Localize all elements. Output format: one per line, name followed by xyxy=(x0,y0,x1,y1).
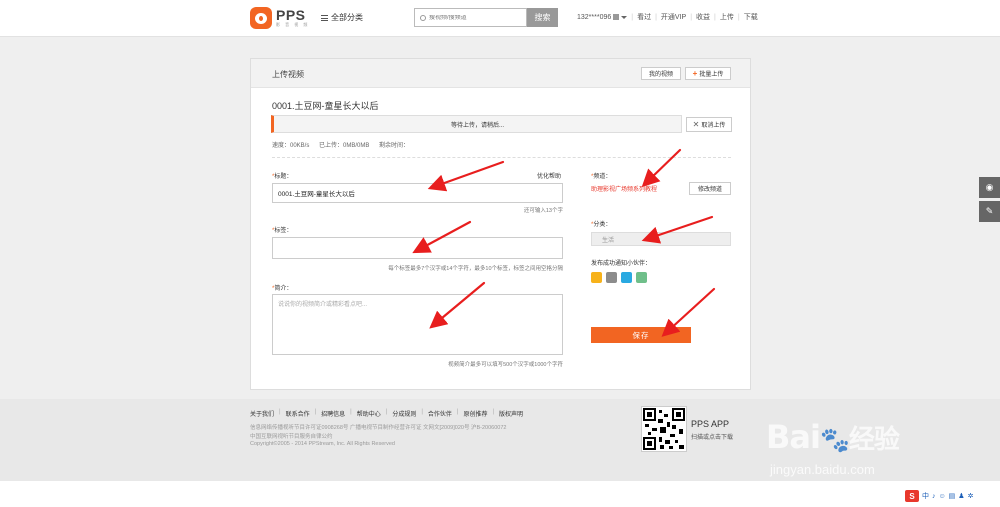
logo-sub: 影 音 视 频 xyxy=(276,22,310,27)
video-filename: 0001.土豆网-童星长大以后 xyxy=(272,101,379,111)
channel-label: *频道： xyxy=(591,174,612,180)
search-button[interactable]: 搜索 xyxy=(527,8,558,27)
search-input[interactable] xyxy=(429,14,524,21)
top-header: PPS 影 音 视 频 全部分类 搜索 132****096 | 看过 | 开通… xyxy=(0,0,1000,37)
nav-earnings[interactable]: 收益 xyxy=(696,12,710,22)
renren-icon[interactable] xyxy=(606,272,617,283)
pps-logo-icon xyxy=(250,7,272,29)
save-button[interactable]: 保存 xyxy=(591,327,691,343)
uploaded-size: 已上传：0MB/0MB xyxy=(319,143,370,149)
nav-upload[interactable]: 上传 xyxy=(720,12,734,22)
title-input[interactable]: 0001.土豆网-童星长大以后 xyxy=(272,183,563,203)
footer-link[interactable]: 招聘信息 xyxy=(321,409,345,418)
tags-input[interactable] xyxy=(272,237,563,259)
category-select[interactable]: 生活 xyxy=(591,232,731,246)
ime-settings-icon[interactable]: ✲ xyxy=(968,492,974,500)
ime-keyboard-icon[interactable]: ▤ xyxy=(949,492,956,500)
footer-link[interactable]: 版权声明 xyxy=(499,409,523,418)
app-title: PPS APP xyxy=(691,419,730,429)
panel-header: 上传视频 我的视频 + 批量上传 xyxy=(251,59,750,88)
ime-moon-icon[interactable]: ♪ xyxy=(932,493,936,500)
system-tray: S 中 ♪ ☺ ▤ ♟ ✲ xyxy=(905,490,976,502)
intro-label: *简介： xyxy=(272,286,293,292)
app-download-text[interactable]: 扫描或点击下载 xyxy=(691,432,733,441)
user-account[interactable]: 132****096 xyxy=(577,14,611,21)
change-channel-button[interactable]: 修改频道 xyxy=(689,182,731,195)
batch-upload-button[interactable]: + 批量上传 xyxy=(685,67,731,80)
batch-upload-label: 批量上传 xyxy=(699,72,724,78)
ime-chinese-icon[interactable]: 中 xyxy=(922,491,929,501)
footer-link[interactable]: 合作伙伴 xyxy=(428,409,452,418)
optimize-help-link[interactable]: 优化帮助 xyxy=(537,171,561,180)
upload-speed: 速度：00KB/s xyxy=(272,143,310,149)
title-hint: 还可输入13个字 xyxy=(523,208,563,214)
my-videos-button[interactable]: 我的视频 xyxy=(641,67,681,80)
intro-hint: 视频简介最多可以填写500个汉字或1000个字符 xyxy=(448,362,563,368)
footer-links: 关于我们 | 联系合作 | 招聘信息 | 帮助中心 | 分成规则 | 合作伙伴 | 原创推荐… xyxy=(250,409,524,418)
cancel-upload-label: 取消上传 xyxy=(701,123,726,129)
share-label: 发布成功通知小伙伴： xyxy=(591,261,652,267)
title-label: *标题： xyxy=(272,174,293,180)
ime-user-icon[interactable]: ♟ xyxy=(958,492,964,500)
footer-license: 信息网络传播视听节目许可证0908268号 广播电视节目制作经营许可证 文网文[… xyxy=(250,425,507,431)
all-categories-label: 全部分类 xyxy=(331,13,363,22)
search-icon xyxy=(420,14,426,21)
vip-badge-icon xyxy=(613,14,620,20)
edit-icon[interactable]: ✎ xyxy=(979,201,1000,222)
progress-text: 等待上传，请稍后... xyxy=(450,122,504,129)
channel-value[interactable]: 助理影视广场频系列教程 xyxy=(591,184,657,193)
upload-stats: 速度：00KB/s 已上传：0MB/0MB 剩余时间： xyxy=(272,140,417,149)
footer-copyright: Copyright©2005 - 2014 PPStream, Inc. All… xyxy=(250,441,395,447)
search-box xyxy=(414,8,527,27)
intro-textarea[interactable]: 说说你的视频简介或精彩看点吧... xyxy=(272,294,563,355)
qzone-icon[interactable] xyxy=(621,272,632,283)
qr-code-icon[interactable] xyxy=(641,406,687,452)
intro-placeholder: 说说你的视频简介或精彩看点吧... xyxy=(278,302,368,308)
footer-link[interactable]: 联系合作 xyxy=(286,409,310,418)
nav-vip[interactable]: 开通VIP xyxy=(661,12,686,22)
share-icons xyxy=(591,272,651,283)
footer-link[interactable]: 分成规则 xyxy=(392,409,416,418)
plus-icon: + xyxy=(692,69,698,78)
divider xyxy=(272,157,731,158)
menu-icon xyxy=(321,14,328,21)
weibo-icon[interactable] xyxy=(591,272,602,283)
user-nav: 132****096 | 看过 | 开通VIP | 收益 | 上传 | 下载 xyxy=(577,12,758,22)
close-icon: ✕ xyxy=(692,120,700,129)
rss-icon[interactable]: ◉ xyxy=(979,177,1000,198)
tags-label: *标签： xyxy=(272,228,293,234)
footer-link[interactable]: 原创推荐 xyxy=(463,409,487,418)
nav-history[interactable]: 看过 xyxy=(637,12,651,22)
cancel-upload-button[interactable]: ✕ 取消上传 xyxy=(686,117,732,132)
tqq-icon[interactable] xyxy=(636,272,647,283)
footer-link[interactable]: 帮助中心 xyxy=(357,409,381,418)
footer-link[interactable]: 关于我们 xyxy=(250,409,274,418)
ime-emoji-icon[interactable]: ☺ xyxy=(939,493,946,500)
chevron-down-icon[interactable] xyxy=(621,15,628,19)
pps-logo[interactable]: PPS 影 音 视 频 xyxy=(250,6,310,30)
baidu-watermark-logo: Bai🐾经验 xyxy=(766,418,900,456)
title-input-value: 0001.土豆网-童星长大以后 xyxy=(278,191,355,198)
tags-hint: 每个标签最多7个汉字或14个字符，最多10个标签，标签之间用空格分隔 xyxy=(388,266,563,272)
footer-convention: 中国互联网视听节目服务自律公约 xyxy=(250,434,333,440)
watermark-url: jingyan.baidu.com xyxy=(770,462,875,477)
upload-progress-bar: 等待上传，请稍后... xyxy=(271,115,682,133)
sogou-ime-icon[interactable]: S xyxy=(905,490,919,502)
all-categories-menu[interactable]: 全部分类 xyxy=(321,12,363,23)
category-label: *分类： xyxy=(591,222,612,228)
nav-download[interactable]: 下载 xyxy=(744,12,758,22)
page-title: 上传视频 xyxy=(272,70,304,79)
logo-name: PPS xyxy=(276,7,306,23)
category-select-value: 生活 xyxy=(602,237,615,244)
upload-panel: 上传视频 我的视频 + 批量上传 0001.土豆网-童星长大以后 等待上传，请稍… xyxy=(250,58,751,390)
remaining-time: 剩余时间： xyxy=(379,143,410,149)
bottom-status-bar: S 中 ♪ ☺ ▤ ♟ ✲ xyxy=(0,481,1000,507)
